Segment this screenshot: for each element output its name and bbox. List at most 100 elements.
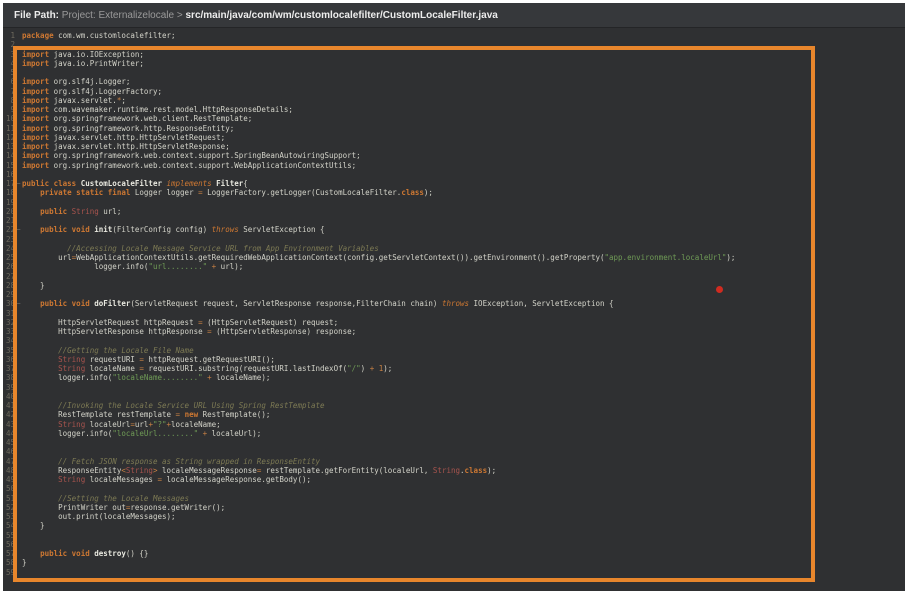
line-number[interactable]: 36 [3,355,15,364]
line-number[interactable]: 30 [3,299,15,308]
line-number[interactable]: 29 [3,290,15,299]
code-line[interactable]: 58 } [3,558,905,567]
line-number[interactable]: 58 [3,558,15,567]
code-line[interactable]: 47 // Fetch JSON response as String wrap… [3,457,905,466]
code-line[interactable]: 38 logger.info("localeName........" + lo… [3,373,905,382]
code-line[interactable]: 44 logger.info("localeUrl........" + loc… [3,429,905,438]
code-line[interactable]: 50 [3,484,905,493]
code-line[interactable]: 54 } [3,521,905,530]
line-number[interactable]: 52 [3,503,15,512]
code-line[interactable]: 19 [3,198,905,207]
line-number[interactable]: 34 [3,336,15,345]
line-number[interactable]: 15 [3,161,15,170]
line-number[interactable]: 44 [3,429,15,438]
line-number[interactable]: 14 [3,151,15,160]
code-line[interactable]: 24 //Accessing Locale Message Service UR… [3,244,905,253]
line-number[interactable]: 27 [3,272,15,281]
line-number[interactable]: 46 [3,447,15,456]
line-number[interactable]: 6 [3,77,15,86]
line-number[interactable]: 28 [3,281,15,290]
code-line[interactable]: 32 HttpServletRequest httpRequest = (Htt… [3,318,905,327]
line-number[interactable]: 41 [3,401,15,410]
line-number[interactable]: 59 [3,568,15,577]
code-line[interactable]: 31 [3,309,905,318]
line-number[interactable]: 51 [3,494,15,503]
code-line[interactable]: 30– public void doFilter(ServletRequest … [3,299,905,308]
code-line[interactable]: 53 out.print(localeMessages); [3,512,905,521]
code-line[interactable]: 43 String localeUrl=url+"?"+localeName; [3,420,905,429]
line-number[interactable]: 53 [3,512,15,521]
code-line[interactable]: 27 [3,272,905,281]
code-line[interactable]: 37 String localeName = requestURI.substr… [3,364,905,373]
code-line[interactable]: 55 [3,531,905,540]
line-number[interactable]: 20 [3,207,15,216]
line-number[interactable]: 24 [3,244,15,253]
fold-marker-icon[interactable]: – [15,179,22,188]
line-number[interactable]: 33 [3,327,15,336]
line-number[interactable]: 56 [3,540,15,549]
code-line[interactable]: 3 import java.io.IOException; [3,50,905,59]
line-number[interactable]: 23 [3,235,15,244]
fold-marker-icon[interactable]: – [15,299,22,308]
code-line[interactable]: 29 [3,290,905,299]
code-line[interactable]: 7 import org.slf4j.LoggerFactory; [3,87,905,96]
line-number[interactable]: 50 [3,484,15,493]
code-line[interactable]: 17–public class CustomLocaleFilter imple… [3,179,905,188]
line-number[interactable]: 11 [3,124,15,133]
line-number[interactable]: 10 [3,114,15,123]
line-number[interactable]: 40 [3,392,15,401]
line-number[interactable]: 48 [3,466,15,475]
code-line[interactable]: 16 [3,170,905,179]
code-line[interactable]: 52 PrintWriter out=response.getWriter(); [3,503,905,512]
line-number[interactable]: 39 [3,383,15,392]
code-line[interactable]: 40 [3,392,905,401]
line-number[interactable]: 9 [3,105,15,114]
code-line[interactable]: 25 url=WebApplicationContextUtils.getReq… [3,253,905,262]
line-number[interactable]: 35 [3,346,15,355]
line-number[interactable]: 25 [3,253,15,262]
line-number[interactable]: 26 [3,262,15,271]
line-number[interactable]: 7 [3,87,15,96]
code-line[interactable]: 20 public String url; [3,207,905,216]
code-line[interactable]: 1 package com.wm.customlocalefilter; [3,31,905,40]
code-line[interactable]: 39 [3,383,905,392]
code-line[interactable]: 26 logger.info("url........" + url); [3,262,905,271]
code-line[interactable]: 28 } [3,281,905,290]
line-number[interactable]: 8 [3,96,15,105]
code-line[interactable]: 51 //Setting the Locale Messages [3,494,905,503]
line-number[interactable]: 31 [3,309,15,318]
fold-marker-icon[interactable]: – [15,225,22,234]
code-line[interactable]: 11 import org.springframework.http.Respo… [3,124,905,133]
code-line[interactable]: 45 [3,438,905,447]
line-number[interactable]: 13 [3,142,15,151]
code-line[interactable]: 12 import javax.servlet.http.HttpServlet… [3,133,905,142]
code-line[interactable]: 56 [3,540,905,549]
line-number[interactable]: 19 [3,198,15,207]
code-line[interactable]: 33 HttpServletResponse httpResponse = (H… [3,327,905,336]
line-number[interactable]: 37 [3,364,15,373]
code-line[interactable]: 41 //Invoking the Locale Service URL Usi… [3,401,905,410]
code-line[interactable]: 2 [3,40,905,49]
code-line[interactable]: 5 [3,68,905,77]
line-number[interactable]: 47 [3,457,15,466]
line-number[interactable]: 17 [3,179,15,188]
code-line[interactable]: 8 import javax.servlet.*; [3,96,905,105]
line-number[interactable]: 18 [3,188,15,197]
line-number[interactable]: 4 [3,59,15,68]
code-line[interactable]: 9 import com.wavemaker.runtime.rest.mode… [3,105,905,114]
code-line[interactable]: 59 [3,568,905,577]
line-number[interactable]: 22 [3,225,15,234]
line-number[interactable]: 45 [3,438,15,447]
code-line[interactable]: 14 import org.springframework.web.contex… [3,151,905,160]
line-number[interactable]: 5 [3,68,15,77]
code-line[interactable]: 23 [3,235,905,244]
code-line[interactable]: 21 [3,216,905,225]
code-line[interactable]: 4 import java.io.PrintWriter; [3,59,905,68]
code-line[interactable]: 35 //Getting the Locale File Name [3,346,905,355]
code-line[interactable]: 22– public void init(FilterConfig config… [3,225,905,234]
line-number[interactable]: 38 [3,373,15,382]
code-line[interactable]: 57 public void destroy() {} [3,549,905,558]
code-line[interactable]: 36 String requestURI = httpRequest.getRe… [3,355,905,364]
code-line[interactable]: 6 import org.slf4j.Logger; [3,77,905,86]
code-area[interactable]: 1 package com.wm.customlocalefilter;2 3 … [3,28,905,591]
